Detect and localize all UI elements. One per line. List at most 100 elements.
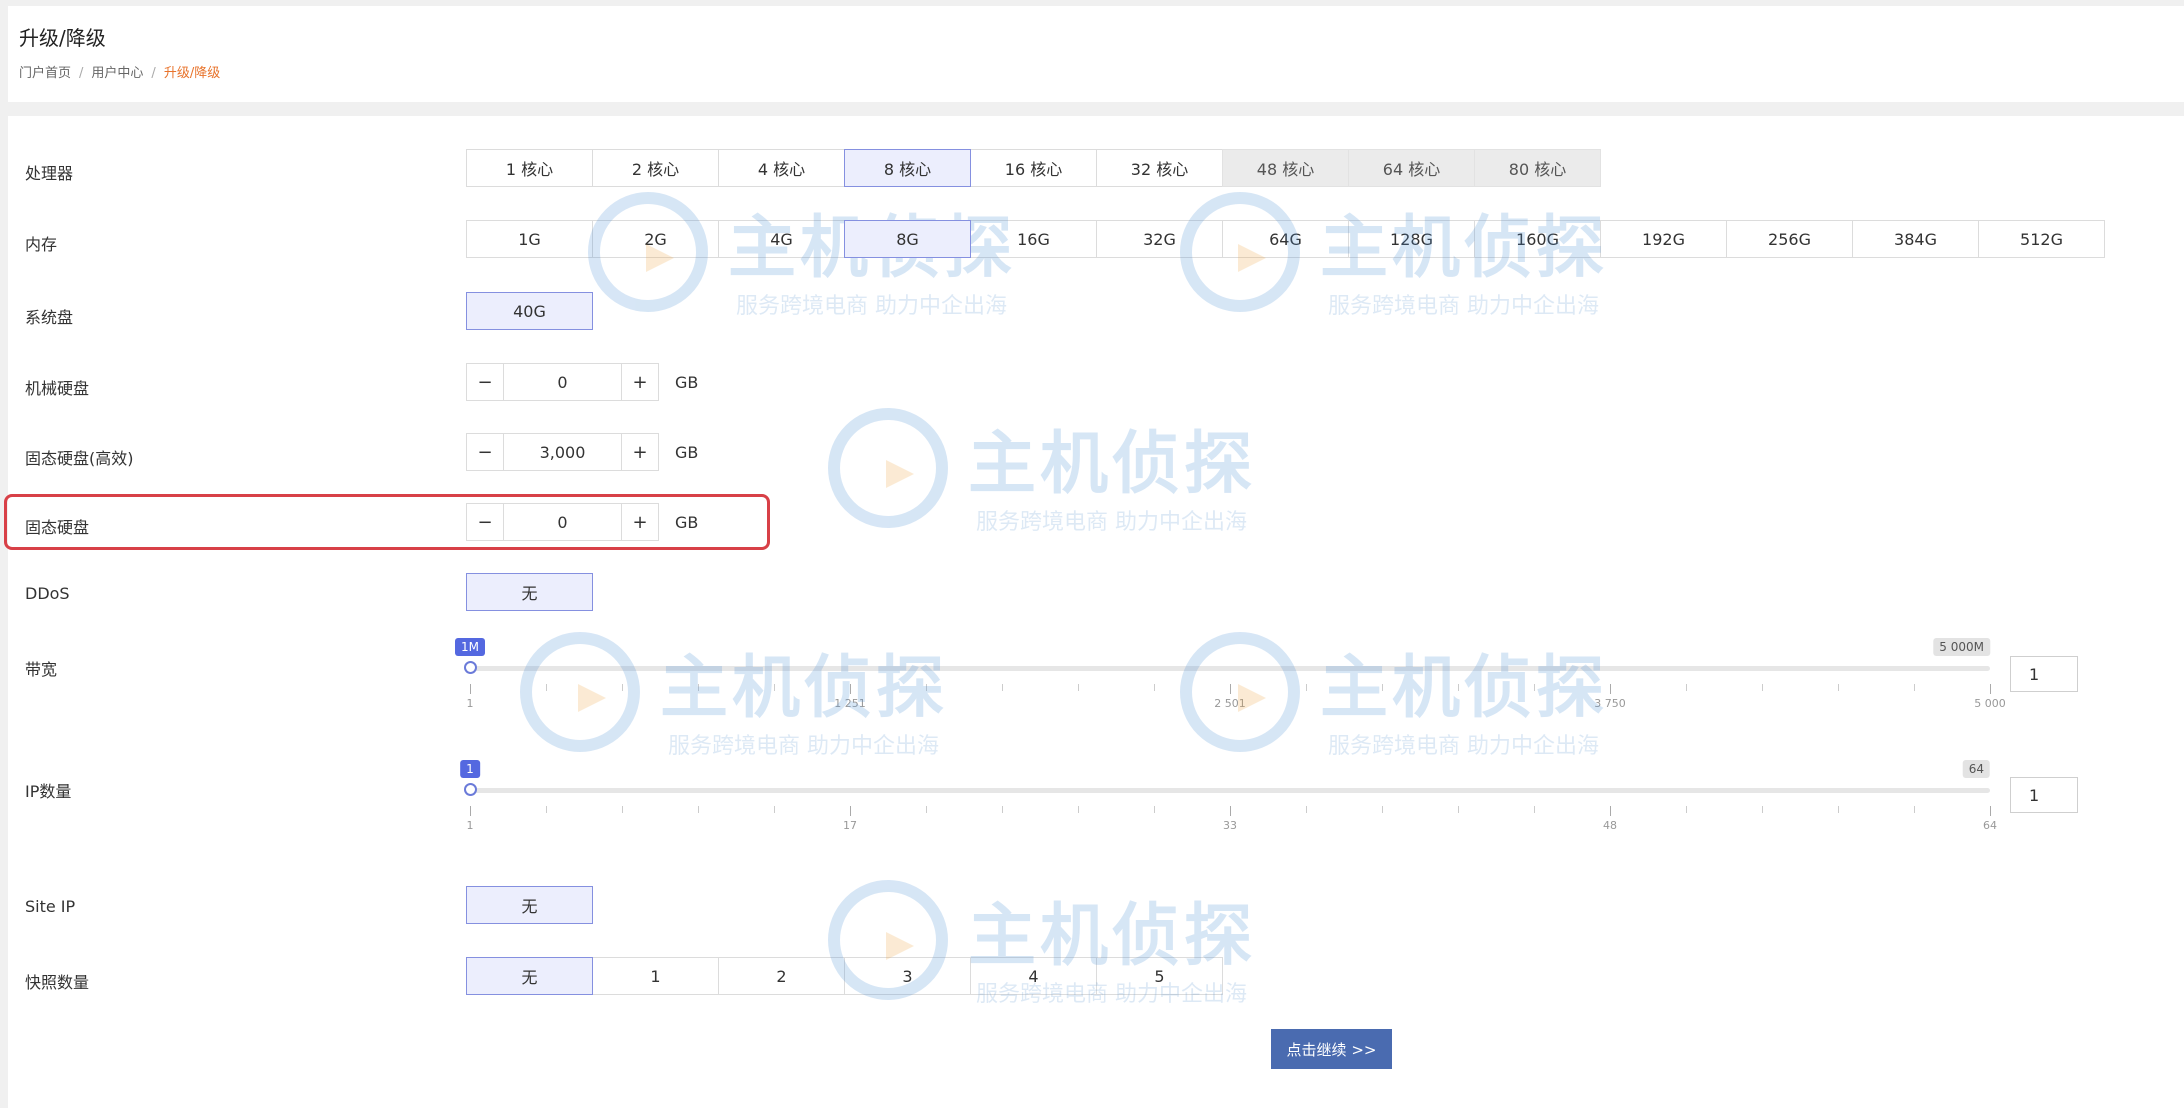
bandwidth-slider[interactable]: 1M 5 000M 1 1 251 2 501 3 750 5 000	[455, 638, 2006, 728]
ip-count-tick-label: 1	[466, 819, 474, 832]
memory-option[interactable]: 160G	[1474, 220, 1601, 258]
bandwidth-tick	[622, 684, 623, 691]
bandwidth-tick	[1002, 684, 1003, 691]
watermark-subtitle: 服务跨境电商 助力中企出海	[1328, 734, 1599, 759]
memory-option[interactable]: 16G	[970, 220, 1097, 258]
snapshots-option[interactable]: 4	[970, 957, 1097, 995]
hdd-decrement-button[interactable]: −	[466, 363, 504, 401]
bandwidth-tick	[774, 684, 775, 691]
memory-label: 内存	[25, 235, 58, 254]
snapshots-option[interactable]: 3	[844, 957, 971, 995]
ip-count-tick-label: 33	[1223, 819, 1237, 832]
bandwidth-tick	[1154, 684, 1155, 691]
ip-count-tick	[1990, 806, 1991, 816]
ssd-high-decrement-button[interactable]: −	[466, 433, 504, 471]
bandwidth-tick	[470, 684, 471, 694]
memory-option[interactable]: 1G	[466, 220, 593, 258]
snapshots-option[interactable]: 1	[592, 957, 719, 995]
ip-count-max-bubble: 64	[1962, 760, 1990, 778]
site-ip-option[interactable]: 无	[466, 886, 593, 924]
hdd-input[interactable]	[504, 363, 621, 401]
memory-option[interactable]: 128G	[1348, 220, 1475, 258]
ip-count-tick-label: 48	[1603, 819, 1617, 832]
bandwidth-tick	[1382, 684, 1383, 691]
ssd-decrement-button[interactable]: −	[466, 503, 504, 541]
hdd-increment-button[interactable]: +	[621, 363, 659, 401]
bandwidth-tick	[698, 684, 699, 691]
cpu-label: 处理器	[25, 164, 74, 183]
bandwidth-tick	[1838, 684, 1839, 691]
ddos-option[interactable]: 无	[466, 573, 593, 611]
memory-option[interactable]: 512G	[1978, 220, 2105, 258]
ip-count-tick	[926, 806, 927, 813]
ip-count-tick	[1154, 806, 1155, 813]
hdd-unit: GB	[675, 372, 699, 392]
ip-count-current-bubble: 1	[460, 760, 480, 778]
cpu-option[interactable]: 2 核心	[592, 149, 719, 187]
ip-count-tick	[1762, 806, 1763, 813]
memory-option[interactable]: 192G	[1600, 220, 1727, 258]
bandwidth-current-bubble: 1M	[455, 638, 485, 656]
ip-count-track[interactable]	[470, 788, 1990, 793]
continue-button[interactable]: 点击继续 >>	[1271, 1029, 1392, 1069]
bandwidth-max-bubble: 5 000M	[1933, 638, 1990, 656]
watermark-subtitle: 服务跨境电商 助力中企出海	[668, 734, 939, 759]
ssd-high-stepper: − + GB	[466, 433, 698, 471]
snapshots-label: 快照数量	[25, 973, 90, 992]
watermark: 主机侦探 服务跨境电商 助力中企出海	[828, 408, 1288, 535]
cpu-option[interactable]: 80 核心	[1474, 149, 1601, 187]
ip-count-tick	[470, 806, 471, 816]
cpu-option[interactable]: 64 核心	[1348, 149, 1475, 187]
ip-count-input[interactable]	[2010, 777, 2078, 813]
cpu-option[interactable]: 48 核心	[1222, 149, 1349, 187]
ip-count-tick	[850, 806, 851, 816]
system-disk-options: 40G	[466, 292, 593, 330]
bandwidth-tick-label: 2 501	[1214, 697, 1246, 710]
breadcrumb-user-center[interactable]: 用户中心	[91, 66, 143, 81]
bandwidth-tick	[1534, 684, 1535, 691]
ip-count-tick	[698, 806, 699, 813]
ip-count-label: IP数量	[25, 782, 72, 801]
breadcrumb-home[interactable]: 门户首页	[19, 66, 71, 81]
memory-option[interactable]: 4G	[718, 220, 845, 258]
ip-count-tick-label: 64	[1983, 819, 1997, 832]
system-disk-option[interactable]: 40G	[466, 292, 593, 330]
memory-option[interactable]: 2G	[592, 220, 719, 258]
ip-count-slider[interactable]: 1 64 1 17 33 48 64	[460, 760, 1997, 850]
ssd-increment-button[interactable]: +	[621, 503, 659, 541]
page-header: 升级/降级 门户首页 / 用户中心 / 升级/降级	[8, 6, 2184, 102]
snapshots-options: 无12345	[466, 957, 1223, 995]
bandwidth-slider-handle[interactable]	[464, 661, 477, 674]
bandwidth-tick	[1914, 684, 1915, 691]
ssd-high-input[interactable]	[504, 433, 621, 471]
ip-count-tick	[546, 806, 547, 813]
ssd-unit: GB	[675, 512, 699, 532]
bandwidth-tick	[1306, 684, 1307, 691]
bandwidth-track[interactable]	[470, 666, 1990, 671]
ip-count-tick	[622, 806, 623, 813]
ip-count-tick	[1078, 806, 1079, 813]
cpu-option[interactable]: 32 核心	[1096, 149, 1223, 187]
cpu-option[interactable]: 16 核心	[970, 149, 1097, 187]
ssd-high-increment-button[interactable]: +	[621, 433, 659, 471]
cpu-option[interactable]: 1 核心	[466, 149, 593, 187]
snapshots-option[interactable]: 无	[466, 957, 593, 995]
ip-count-slider-handle[interactable]	[464, 783, 477, 796]
memory-option[interactable]: 256G	[1726, 220, 1853, 258]
snapshots-option[interactable]: 5	[1096, 957, 1223, 995]
memory-option[interactable]: 64G	[1222, 220, 1349, 258]
memory-option[interactable]: 384G	[1852, 220, 1979, 258]
memory-option[interactable]: 8G	[844, 220, 971, 258]
ssd-input[interactable]	[504, 503, 621, 541]
bandwidth-tick-label: 1 251	[834, 697, 866, 710]
cpu-option[interactable]: 8 核心	[844, 149, 971, 187]
ip-count-tick	[1002, 806, 1003, 813]
bandwidth-input[interactable]	[2010, 656, 2078, 692]
snapshots-option[interactable]: 2	[718, 957, 845, 995]
cpu-option[interactable]: 4 核心	[718, 149, 845, 187]
watermark-subtitle: 服务跨境电商 助力中企出海	[976, 510, 1247, 535]
bandwidth-tick	[1686, 684, 1687, 691]
page-title: 升级/降级	[19, 26, 106, 50]
memory-option[interactable]: 32G	[1096, 220, 1223, 258]
upgrade-form: 处理器 1 核心 2 核心 4 核心 8 核心 16 核心 32 核心 48 核心 64 核心…	[4, 116, 2184, 1108]
